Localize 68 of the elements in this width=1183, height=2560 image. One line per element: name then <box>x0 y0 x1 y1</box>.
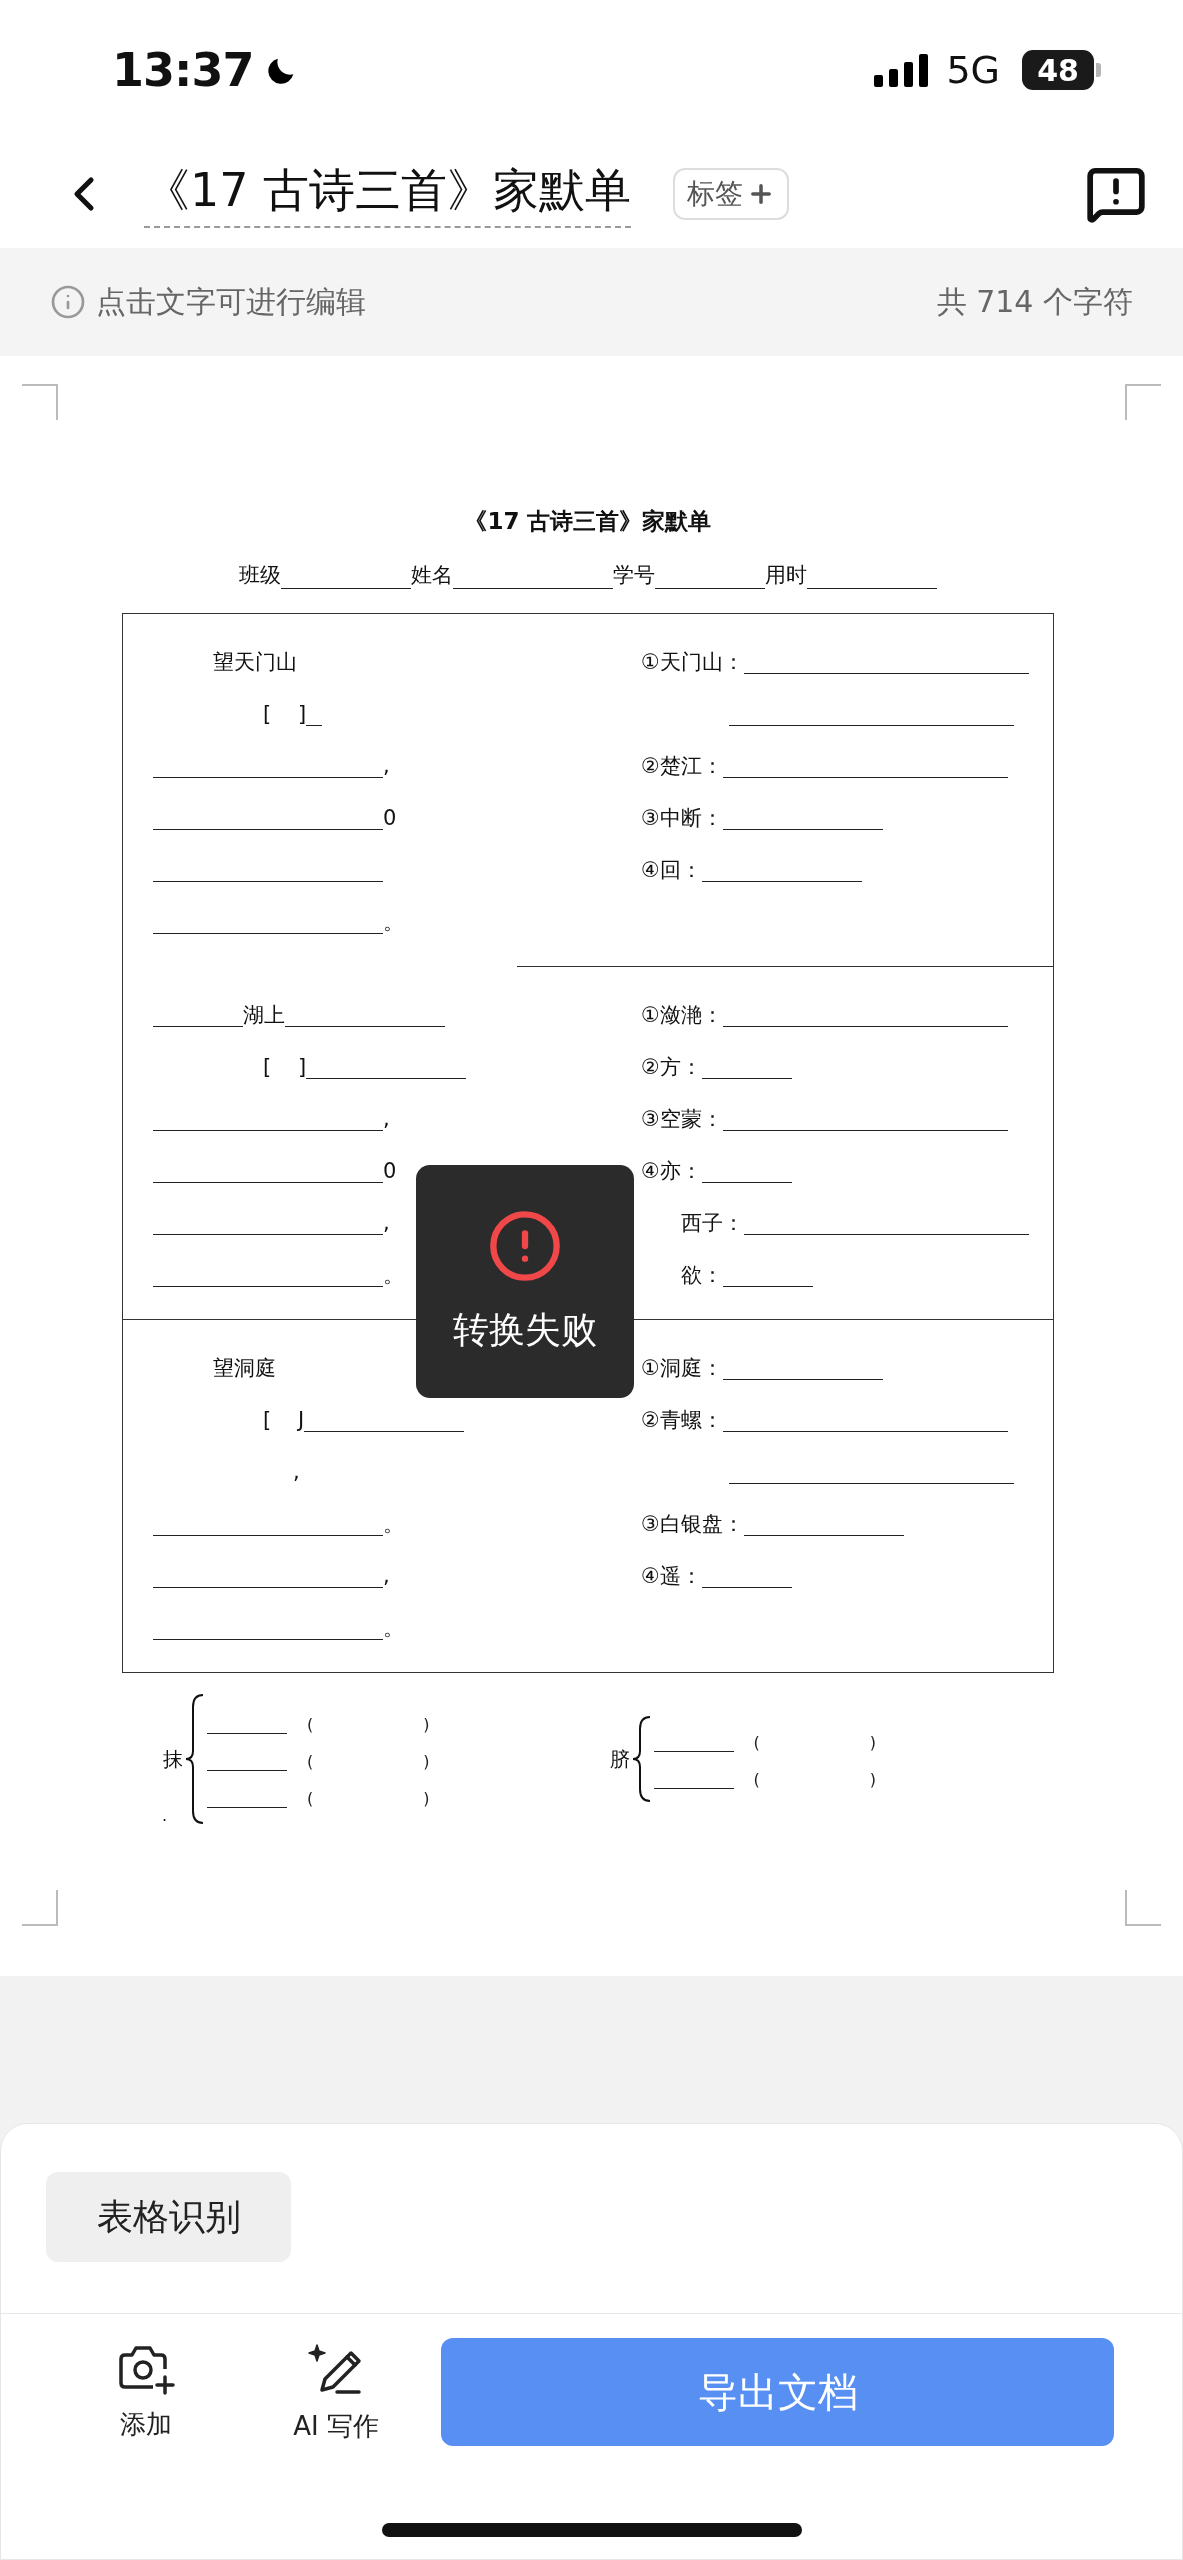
brace-icon <box>185 1693 206 1825</box>
status-time: 13:37 <box>112 43 254 97</box>
document-text: 抹 <box>163 1745 184 1773</box>
document-text: 。 <box>383 1615 404 1642</box>
signal-icon <box>874 53 931 87</box>
crop-mark <box>1125 1890 1161 1926</box>
toolbar-button[interactable]: AI 写作 <box>261 2340 411 2444</box>
document-text: ①洞庭： <box>641 1355 723 1382</box>
edit-hint: 点击文字可进行编辑 <box>96 282 366 321</box>
field-label: 用时 <box>765 562 807 589</box>
document-text: ) <box>869 1733 877 1752</box>
document-text: 望天门山 <box>213 649 297 676</box>
document-text: ③空蒙： <box>641 1106 723 1133</box>
document-text: ④回： <box>641 857 702 884</box>
info-icon <box>50 284 86 320</box>
document-text: 。 <box>383 909 404 936</box>
document-text: 0 <box>383 806 397 830</box>
document-text: . <box>162 1806 168 1825</box>
worksheet-title: 《17 古诗三首》家默单 <box>463 507 713 536</box>
document-text: ) <box>869 1770 877 1789</box>
document-text: ①天门山： <box>641 649 744 676</box>
document-text: 湖上 <box>243 1002 285 1029</box>
document-text: [ ] <box>263 1055 307 1079</box>
document-text: 。 <box>383 1511 404 1538</box>
document-text: ②方： <box>641 1054 702 1081</box>
document-text: 脐 <box>609 1745 630 1773</box>
document-text: 欲： <box>681 1262 723 1289</box>
document-text: , <box>383 1564 390 1588</box>
document-text: ( <box>307 1714 314 1734</box>
document-text: ③白银盘： <box>641 1511 744 1538</box>
network-label: 5G <box>946 48 1000 92</box>
character-count: 共 714 个字符 <box>936 282 1133 321</box>
document-text: ②楚江： <box>641 753 723 780</box>
document-text: ( <box>753 1733 760 1752</box>
document-text: 0 <box>383 1159 397 1183</box>
document-text: 望洞庭 <box>213 1355 276 1382</box>
document-text: ( <box>753 1770 760 1789</box>
document-text: [ J <box>263 1408 305 1432</box>
brace-icon <box>631 1715 652 1803</box>
crop-mark <box>22 1890 58 1926</box>
document-text: ③中断： <box>641 805 723 832</box>
field-label: 班级 <box>239 562 281 589</box>
field-label: 学号 <box>613 562 655 589</box>
document-text: ( <box>307 1751 314 1771</box>
alert-icon <box>487 1208 563 1284</box>
document-text: , <box>293 1460 300 1484</box>
document-text: , <box>383 754 390 778</box>
document-title[interactable]: 《17 古诗三首》家默单 <box>144 160 632 228</box>
document-text: 西子： <box>681 1210 744 1237</box>
document-text: ④遥： <box>641 1563 702 1590</box>
tag-button[interactable]: 标签 <box>673 168 790 220</box>
document-text: ) <box>423 1751 430 1771</box>
crop-mark <box>22 384 58 420</box>
document-text: ) <box>423 1714 430 1734</box>
table-recognition-button[interactable]: 表格识别 <box>46 2172 291 2262</box>
document-text: ) <box>423 1788 430 1808</box>
document-text: ①潋滟： <box>641 1002 723 1029</box>
document-text: , <box>383 1211 390 1235</box>
document-text: ( <box>307 1788 314 1808</box>
document-text: ④亦： <box>641 1158 702 1185</box>
toolbar-button[interactable]: 添加 <box>71 2342 221 2442</box>
field-label: 姓名 <box>411 562 453 589</box>
document-text: ②青螺： <box>641 1407 723 1434</box>
toast-message: 转换失败 <box>453 1308 597 1352</box>
crop-mark <box>1125 384 1161 420</box>
document-text: , <box>383 1107 390 1131</box>
document-text: [ ] <box>263 702 307 726</box>
document-text: 。 <box>383 1262 404 1289</box>
